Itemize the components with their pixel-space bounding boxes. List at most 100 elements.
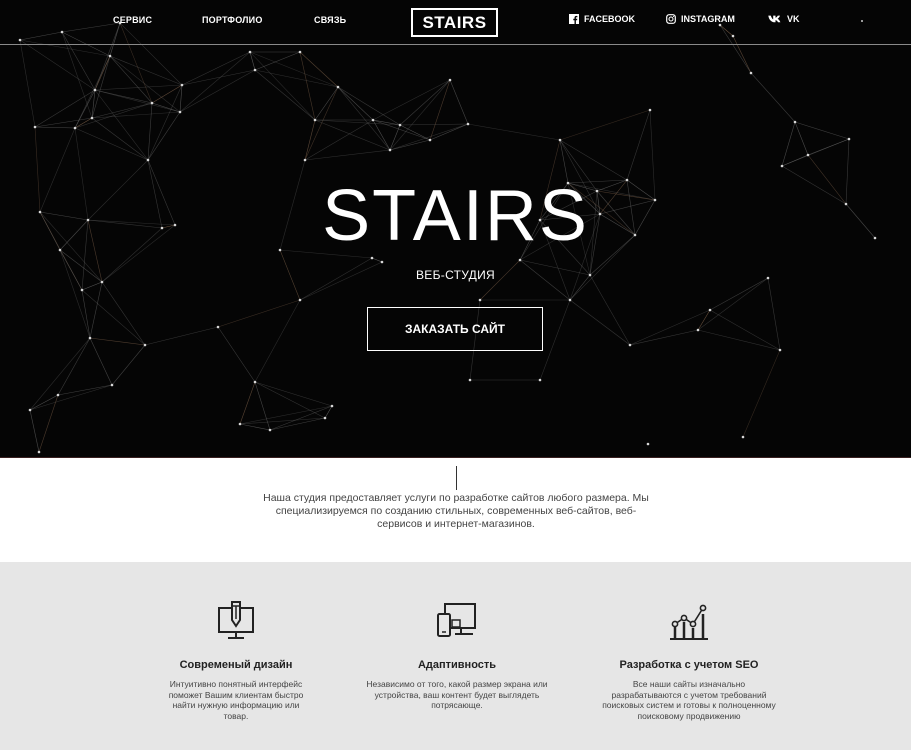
constellation-line bbox=[179, 51, 251, 113]
constellation-line bbox=[151, 84, 183, 104]
constellation-line bbox=[181, 69, 256, 86]
constellation-node bbox=[380, 260, 384, 264]
constellation-node bbox=[780, 164, 784, 168]
about-section: Наша студия предоставляет услуги по разр… bbox=[0, 458, 911, 562]
constellation-node bbox=[428, 138, 432, 142]
constellation-line bbox=[299, 51, 339, 88]
constellation-line bbox=[109, 55, 181, 113]
constellation-line bbox=[629, 309, 711, 346]
constellation-line bbox=[89, 337, 146, 346]
constellation-node bbox=[253, 68, 257, 72]
constellation-line bbox=[389, 139, 431, 151]
constellation-line bbox=[559, 139, 628, 181]
constellation-node bbox=[468, 378, 472, 382]
constellation-line bbox=[449, 79, 469, 125]
constellation-node bbox=[388, 148, 392, 152]
feature-card-seo: Разработка с учетом SEO Все наши сайты и… bbox=[589, 598, 789, 721]
constellation-line bbox=[254, 51, 301, 71]
constellation-line bbox=[249, 51, 339, 88]
constellation-node bbox=[110, 383, 114, 387]
constellation-node bbox=[478, 298, 482, 302]
constellation-line bbox=[239, 405, 333, 425]
constellation-node bbox=[298, 298, 302, 302]
features-section: Современый дизайн Интуитивно понятный ин… bbox=[0, 562, 911, 750]
constellation-line bbox=[750, 72, 796, 123]
nav-link-service[interactable]: СЕРВИС bbox=[113, 15, 152, 25]
constellation-node bbox=[518, 258, 522, 262]
constellation-line bbox=[697, 329, 781, 351]
constellation-line bbox=[794, 121, 809, 156]
page: СЕРВИС ПОРТФОЛИО СВЯЗЬ STAIRS FACEBOOK I… bbox=[0, 0, 911, 750]
constellation-node bbox=[33, 125, 37, 129]
constellation-node bbox=[708, 308, 712, 312]
constellation-line bbox=[399, 123, 469, 126]
constellation-line bbox=[74, 102, 153, 129]
constellation-node bbox=[646, 442, 650, 446]
constellation-line bbox=[81, 281, 103, 291]
constellation-line bbox=[467, 123, 561, 141]
constellation-line bbox=[94, 84, 183, 91]
constellation-node bbox=[73, 126, 77, 130]
constellation-node bbox=[313, 118, 317, 122]
social-link-facebook[interactable]: FACEBOOK bbox=[569, 14, 635, 24]
site-logo[interactable]: STAIRS bbox=[411, 8, 498, 37]
feature-title: Адаптивность bbox=[417, 659, 497, 671]
design-icon bbox=[136, 598, 336, 642]
constellation-line bbox=[337, 86, 374, 121]
feature-text: Независимо от того, какой размер экрана … bbox=[366, 679, 548, 710]
constellation-line bbox=[299, 51, 316, 121]
nav-link-portfolio[interactable]: ПОРТФОЛИО bbox=[202, 15, 263, 25]
constellation-node bbox=[93, 88, 97, 92]
constellation-node bbox=[371, 118, 375, 122]
constellation-line bbox=[29, 384, 113, 411]
constellation-line bbox=[539, 299, 571, 381]
constellation-line bbox=[709, 309, 781, 351]
constellation-line bbox=[147, 102, 153, 161]
constellation-line bbox=[371, 257, 383, 263]
constellation-node bbox=[538, 378, 542, 382]
constellation-line bbox=[304, 119, 374, 161]
constellation-line bbox=[179, 69, 256, 113]
constellation-line bbox=[709, 277, 769, 311]
constellation-line bbox=[399, 124, 431, 141]
constellation-node bbox=[741, 435, 745, 439]
constellation-line bbox=[781, 121, 796, 167]
social-link-instagram[interactable]: INSTAGRAM bbox=[666, 14, 735, 24]
constellation-line bbox=[147, 84, 183, 161]
constellation-node bbox=[216, 325, 220, 329]
constellation-line bbox=[794, 121, 850, 140]
constellation-line bbox=[94, 55, 111, 91]
constellation-node bbox=[628, 343, 632, 347]
constellation-node bbox=[336, 85, 340, 89]
constellation-line bbox=[337, 86, 401, 126]
constellation-node bbox=[558, 138, 562, 142]
constellation-node bbox=[696, 328, 700, 332]
constellation-line bbox=[629, 329, 699, 346]
constellation-node bbox=[448, 78, 452, 82]
constellation-line bbox=[89, 337, 113, 386]
constellation-line bbox=[19, 39, 36, 128]
constellation-line bbox=[181, 51, 251, 86]
constellation-node bbox=[88, 336, 92, 340]
constellation-line bbox=[29, 337, 91, 411]
feature-text: Интуитивно понятный интерфейс поможет Ва… bbox=[168, 679, 304, 721]
constellation-node bbox=[56, 393, 60, 397]
constellation-line bbox=[324, 405, 333, 419]
hero-subtitle: ВЕБ-СТУДИЯ bbox=[416, 268, 495, 282]
constellation-line bbox=[34, 117, 93, 128]
constellation-line bbox=[559, 109, 651, 141]
constellation-line bbox=[697, 277, 769, 331]
divider-line bbox=[456, 466, 457, 490]
nav-link-contact[interactable]: СВЯЗЬ bbox=[314, 15, 346, 25]
logo-text: STAIRS bbox=[422, 12, 487, 32]
order-site-button[interactable]: ЗАКАЗАТЬ САЙТ bbox=[367, 307, 543, 351]
constellation-line bbox=[109, 55, 183, 86]
social-link-vk[interactable]: VK bbox=[768, 14, 800, 24]
constellation-node bbox=[323, 416, 327, 420]
facebook-label: FACEBOOK bbox=[584, 14, 636, 24]
constellation-line bbox=[304, 149, 391, 161]
constellation-line bbox=[147, 111, 181, 161]
constellation-line bbox=[94, 89, 181, 113]
constellation-line bbox=[101, 281, 146, 346]
constellation-line bbox=[314, 86, 339, 121]
